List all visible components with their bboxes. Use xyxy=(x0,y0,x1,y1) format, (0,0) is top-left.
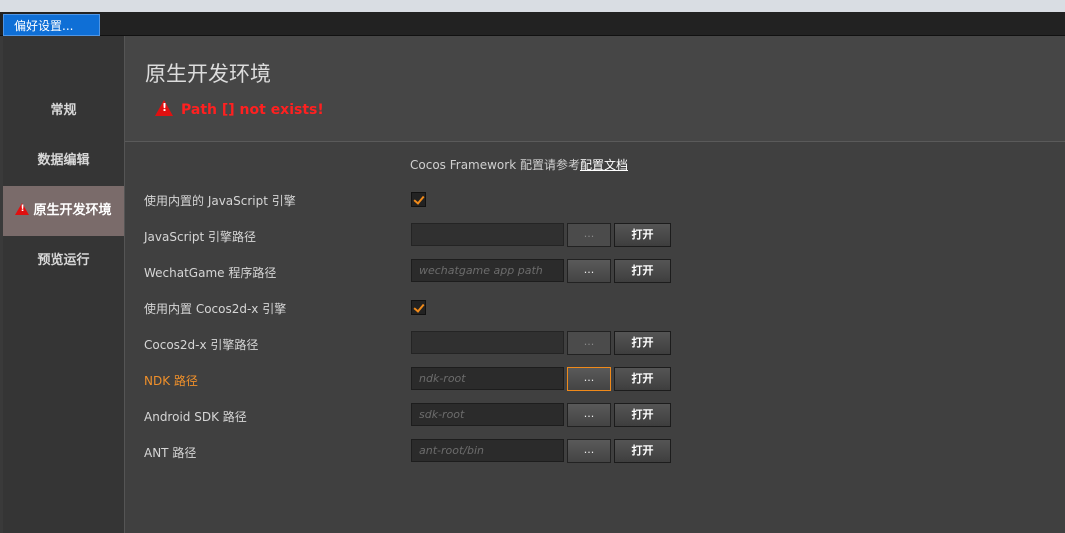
cocos-engine-browse-button[interactable]: ... xyxy=(567,331,611,355)
note-text: Cocos Framework 配置请参考 xyxy=(410,158,580,172)
sidebar-item-label: 原生开发环境 xyxy=(33,203,112,218)
android-sdk-open-button[interactable]: 打开 xyxy=(614,403,671,427)
ant-browse-button[interactable]: ... xyxy=(567,439,611,463)
sidebar-item-data-editor[interactable]: 数据编辑 xyxy=(3,136,124,186)
cocos-engine-open-button[interactable]: 打开 xyxy=(614,331,671,355)
sidebar-item-general[interactable]: 常规 xyxy=(3,86,124,136)
row-label-builtin-js: 使用内置的 JavaScript 引擎 xyxy=(144,194,296,208)
framework-note: Cocos Framework 配置请参考配置文档 xyxy=(410,156,628,173)
ndk-path-input[interactable] xyxy=(411,367,564,390)
row-label-ant-path: ANT 路径 xyxy=(144,446,197,460)
config-doc-link[interactable]: 配置文档 xyxy=(580,158,628,172)
wechatgame-path-input[interactable] xyxy=(411,259,564,282)
sidebar: 常规 数据编辑 原生开发环境 预览运行 xyxy=(3,36,124,533)
panel-header: 原生开发环境 Path [] not exists! xyxy=(125,36,1065,142)
window-titlebar: 偏好设置... xyxy=(0,12,1065,36)
ndk-browse-button[interactable]: ... xyxy=(567,367,611,391)
row-label-js-path: JavaScript 引擎路径 xyxy=(144,230,256,244)
ant-path-input[interactable] xyxy=(411,439,564,462)
background-window-strip xyxy=(0,0,1065,12)
sidebar-item-label: 常规 xyxy=(50,103,77,118)
cocos-engine-path-input[interactable] xyxy=(411,331,564,354)
js-engine-path-input[interactable] xyxy=(411,223,564,246)
android-sdk-browse-button[interactable]: ... xyxy=(567,403,611,427)
row-label-android-sdk-path: Android SDK 路径 xyxy=(144,410,247,424)
js-engine-open-button[interactable]: 打开 xyxy=(614,223,671,247)
sidebar-item-label: 预览运行 xyxy=(37,253,90,268)
builtin-cocos-checkbox[interactable] xyxy=(411,300,426,315)
ant-open-button[interactable]: 打开 xyxy=(614,439,671,463)
sidebar-item-preview-run[interactable]: 预览运行 xyxy=(3,236,124,286)
ndk-open-button[interactable]: 打开 xyxy=(614,367,671,391)
wechatgame-browse-button[interactable]: ... xyxy=(567,259,611,283)
sidebar-item-label: 数据编辑 xyxy=(37,153,90,168)
sidebar-item-native-env[interactable]: 原生开发环境 xyxy=(3,186,124,236)
row-label-cocos-path: Cocos2d-x 引擎路径 xyxy=(144,338,259,352)
row-label-wechatgame-path: WechatGame 程序路径 xyxy=(144,266,277,280)
window-tab[interactable]: 偏好设置... xyxy=(3,14,100,36)
warning-icon xyxy=(155,100,173,116)
js-engine-browse-button[interactable]: ... xyxy=(567,223,611,247)
wechatgame-open-button[interactable]: 打开 xyxy=(614,259,671,283)
error-message: Path [] not exists! xyxy=(155,98,324,118)
warning-icon xyxy=(15,203,30,215)
android-sdk-path-input[interactable] xyxy=(411,403,564,426)
error-text: Path [] not exists! xyxy=(181,102,324,118)
builtin-js-checkbox[interactable] xyxy=(411,192,426,207)
row-label-builtin-cocos: 使用内置 Cocos2d-x 引擎 xyxy=(144,302,287,316)
settings-panel: 原生开发环境 Path [] not exists! Cocos Framewo… xyxy=(125,36,1065,533)
page-title: 原生开发环境 xyxy=(145,62,271,86)
row-label-ndk-path: NDK 路径 xyxy=(144,374,198,388)
